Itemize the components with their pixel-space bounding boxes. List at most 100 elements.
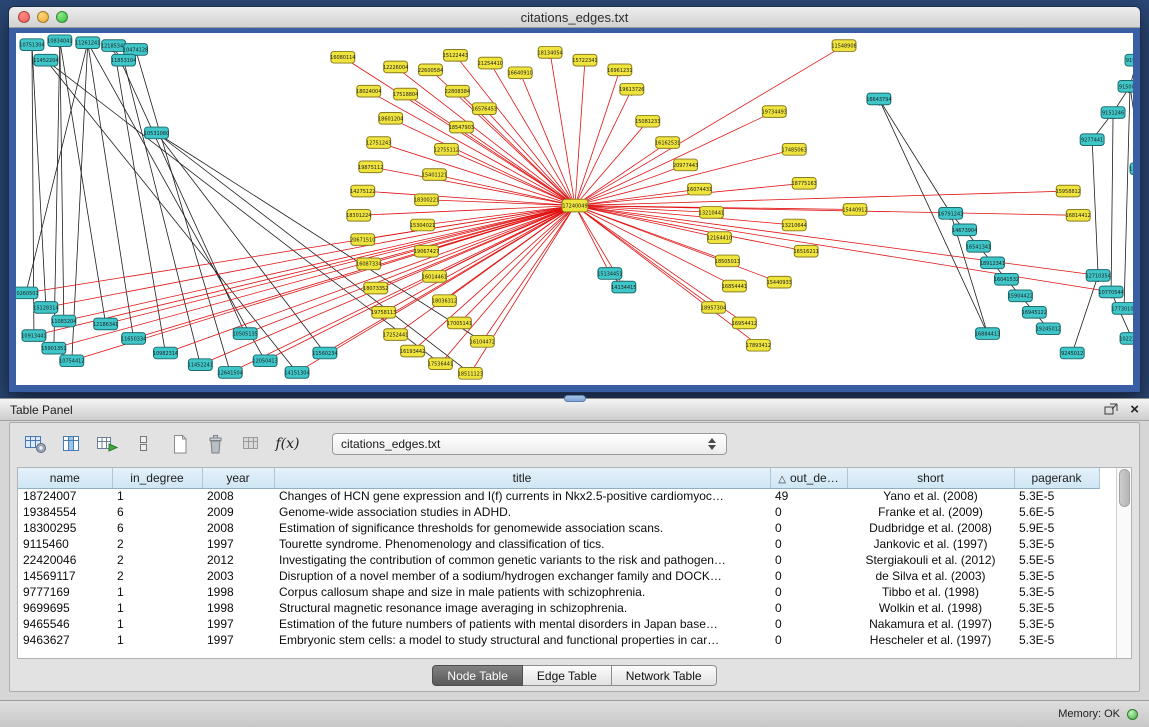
graph-node[interactable]: 16541341 (966, 241, 991, 253)
graph-node[interactable]: 13210441 (699, 207, 724, 219)
panel-splitter-handle[interactable] (564, 395, 586, 402)
column-header-in_degree[interactable]: in_degree (112, 468, 202, 488)
graph-node[interactable]: 16087334 (356, 258, 381, 270)
table-row[interactable]: 946554611997Estimation of the future num… (18, 616, 1099, 632)
graph-node[interactable]: 20260501 (16, 287, 39, 299)
graph-node[interactable]: 15401121 (422, 169, 447, 181)
graph-node[interactable]: 20977443 (673, 159, 698, 171)
hub-node[interactable]: 17240049 (562, 199, 588, 212)
graph-node[interactable]: 11452241 (188, 359, 213, 371)
new-table-button[interactable] (166, 431, 193, 458)
graph-node[interactable]: 10751304 (19, 39, 44, 51)
graph-node[interactable]: 16945122 (1022, 306, 1047, 318)
graph-node[interactable]: 15081233 (635, 115, 660, 127)
graph-node[interactable]: 12751243 (366, 137, 391, 149)
graph-node[interactable]: 17252441 (383, 329, 408, 341)
graph-node[interactable]: 17536441 (428, 358, 453, 370)
close-window-button[interactable] (18, 11, 30, 23)
graph-node[interactable]: 19734493 (762, 106, 787, 118)
graph-node[interactable]: 12226004 (383, 61, 408, 73)
float-panel-button[interactable] (1104, 403, 1118, 416)
add-column-button[interactable] (94, 431, 121, 458)
graph-node[interactable]: 9151246 (1101, 107, 1125, 119)
tab-network-table[interactable]: Network Table (612, 665, 717, 686)
graph-node[interactable]: 18073352 (363, 282, 388, 294)
graph-node[interactable]: 15304021 (410, 219, 435, 231)
graph-node[interactable]: 22600584 (418, 64, 443, 76)
table-row[interactable]: 2242004622012Investigating the contribut… (18, 552, 1099, 568)
graph-node[interactable]: 17518804 (393, 88, 418, 100)
graph-node[interactable]: 12050413 (252, 355, 277, 367)
graph-node[interactable]: 16080114 (330, 51, 355, 63)
graph-node[interactable]: 18134054 (537, 47, 562, 59)
network-canvas[interactable]: 1724004916080114180240041222600422600584… (16, 33, 1133, 385)
graph-node[interactable]: 10770544 (1098, 286, 1123, 298)
tab-edge-table[interactable]: Edge Table (523, 665, 612, 686)
graph-node[interactable]: 16814412 (1066, 209, 1091, 221)
graph-node[interactable]: 18547903 (449, 121, 474, 133)
graph-node[interactable]: 16640910 (508, 67, 533, 79)
graph-node[interactable]: 19758113 (371, 306, 396, 318)
graph-node[interactable]: 10505135 (233, 328, 258, 340)
graph-node[interactable]: 16104472 (470, 336, 495, 348)
graph-node[interactable]: 11452204 (33, 54, 58, 66)
graph-node[interactable]: 15951201 (1129, 163, 1133, 175)
table-row[interactable]: 1872400712008Changes of HCN gene express… (18, 488, 1099, 504)
graph-node[interactable]: 22808384 (445, 85, 470, 97)
graph-node[interactable]: 9150011 (1118, 81, 1133, 93)
graph-node[interactable]: 18505013 (715, 255, 740, 267)
graph-node[interactable]: 14134415 (611, 281, 636, 293)
table-row[interactable]: 1456911722003Disruption of a novel membe… (18, 568, 1099, 584)
graph-node[interactable]: 15440912 (842, 204, 867, 216)
graph-node[interactable]: 13210644 (782, 219, 807, 231)
import-table-button[interactable] (238, 431, 265, 458)
graph-node[interactable]: 18775163 (792, 177, 817, 189)
graph-node[interactable]: 16961231 (607, 64, 632, 76)
graph-node[interactable]: 15122443 (443, 49, 468, 61)
graph-node[interactable]: 19613726 (619, 83, 644, 95)
table-row[interactable]: 1830029562008Estimation of significance … (18, 520, 1099, 536)
graph-node[interactable]: 10913441 (21, 330, 46, 342)
graph-node[interactable]: 15958812 (1056, 185, 1081, 197)
graph-node[interactable]: 11853104 (111, 54, 136, 66)
close-panel-button[interactable]: × (1130, 403, 1139, 417)
graph-node[interactable]: 14275122 (350, 185, 375, 197)
graph-node[interactable]: 10982314 (153, 347, 178, 359)
column-header-out_degree[interactable]: △out_de… (770, 468, 847, 488)
graph-node[interactable]: 10223144 (1119, 333, 1133, 345)
graph-node[interactable]: 15134451 (597, 268, 622, 280)
graph-node[interactable]: 12710354 (1085, 270, 1110, 282)
graph-node[interactable]: 18511123 (458, 368, 483, 380)
graph-node[interactable]: 18300221 (414, 194, 439, 206)
graph-node[interactable]: 12641504 (218, 367, 243, 379)
graph-node[interactable]: 16516211 (794, 245, 819, 257)
column-visibility-button[interactable] (58, 431, 85, 458)
column-header-short[interactable]: short (847, 468, 1014, 488)
graph-node[interactable]: 18036312 (432, 295, 457, 307)
graph-node[interactable]: 20671510 (350, 234, 375, 246)
graph-node[interactable]: 12186341 (93, 318, 118, 330)
graph-node[interactable]: 16074431 (687, 183, 712, 195)
graph-node[interactable]: 11548908 (831, 40, 856, 52)
column-header-name[interactable]: name (18, 468, 112, 488)
graph-node[interactable]: 17730104 (1111, 303, 1133, 315)
graph-node[interactable]: 17893412 (746, 339, 771, 351)
zoom-window-button[interactable] (56, 11, 68, 23)
graph-node[interactable]: 11560234 (312, 347, 337, 359)
graph-node[interactable]: 15440933 (767, 276, 792, 288)
graph-node[interactable]: 15128314 (33, 302, 58, 314)
graph-node[interactable]: 18601204 (378, 113, 403, 125)
function-builder-button[interactable]: f(x) (274, 431, 301, 458)
graph-node[interactable]: 9196204 (1125, 54, 1133, 66)
graph-node[interactable]: 12164410 (707, 232, 732, 244)
graph-node[interactable]: 16791243 (938, 208, 963, 220)
graph-node[interactable]: 16041532 (994, 273, 1019, 285)
graph-node[interactable]: 14673904 (952, 224, 977, 236)
graph-node[interactable]: 16854441 (722, 280, 747, 292)
table-scrollbar[interactable] (1116, 468, 1131, 658)
table-row[interactable]: 946362711997Embryonic stem cells: a mode… (18, 632, 1099, 648)
graph-node[interactable]: 16643794 (866, 93, 891, 105)
table-row[interactable]: 969969511998Structural magnetic resonanc… (18, 600, 1099, 616)
graph-node[interactable]: 10834041 (47, 35, 72, 47)
graph-node[interactable]: 11650334 (121, 333, 146, 345)
